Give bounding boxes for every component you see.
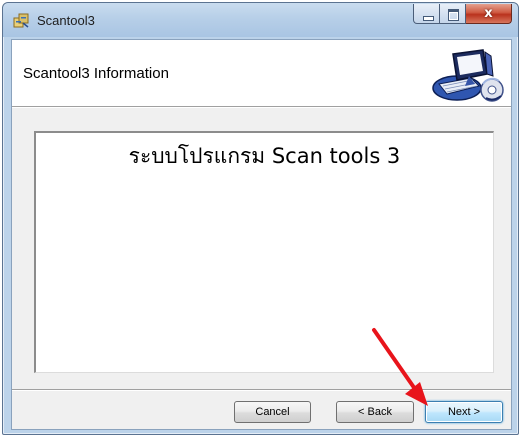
caption-buttons: x	[413, 4, 512, 24]
title-bar[interactable]: Scantool3 x	[3, 3, 518, 37]
computer-disc-icon	[432, 49, 504, 102]
back-button[interactable]: < Back	[336, 401, 414, 423]
installer-window: Scantool3 x Scantool3 Information ระบบโป…	[2, 2, 519, 435]
page-title: Scantool3 Information	[23, 65, 169, 82]
cancel-button[interactable]: Cancel	[234, 401, 311, 423]
footer-divider-highlight	[12, 390, 511, 391]
close-button[interactable]: x	[466, 4, 512, 24]
minimize-button[interactable]	[413, 4, 440, 24]
next-button[interactable]: Next >	[425, 401, 503, 423]
maximize-button[interactable]	[440, 4, 466, 24]
header-divider	[12, 107, 511, 108]
dialog-client-area: Scantool3 Information ระบบโปรแกรม Scan t…	[11, 39, 512, 430]
header-band: Scantool3 Information	[12, 40, 511, 107]
installer-app-icon	[13, 13, 29, 28]
information-text: ระบบโปรแกรม Scan tools 3	[128, 144, 401, 168]
information-text-box[interactable]: ระบบโปรแกรม Scan tools 3	[34, 131, 494, 373]
close-icon: x	[484, 6, 493, 21]
window-title: Scantool3	[37, 13, 95, 28]
